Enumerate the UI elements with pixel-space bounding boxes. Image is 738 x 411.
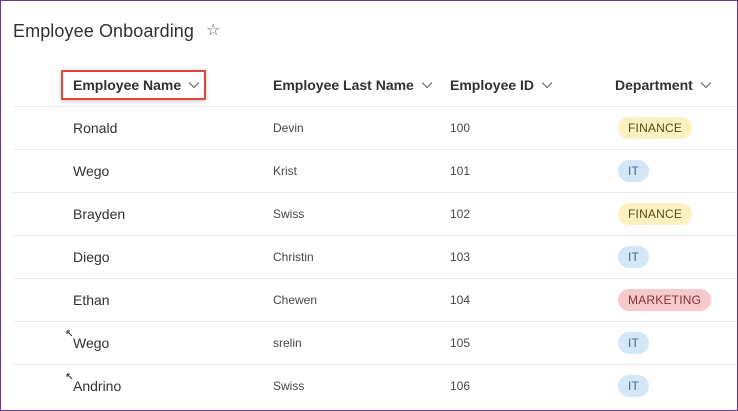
employee-id: 102	[450, 207, 471, 221]
employee-id: 101	[450, 164, 471, 178]
column-header-label: Employee Last Name	[273, 76, 414, 93]
column-header-label: Department	[615, 76, 693, 93]
employee-last-name-cell: Christin	[273, 236, 314, 278]
employee-last-name: Devin	[273, 121, 304, 135]
column-header-employee-last-name[interactable]: Employee Last Name	[273, 63, 433, 106]
department-badge: MARKETING	[618, 289, 712, 311]
employee-name: Ethan	[73, 292, 110, 308]
employee-id: 106	[450, 379, 471, 393]
department-cell: IT	[618, 365, 650, 407]
employee-id-cell: 104	[450, 279, 470, 321]
department-cell: IT	[618, 322, 650, 364]
column-header-label: Employee Name	[73, 76, 182, 93]
department-cell: FINANCE	[618, 107, 693, 149]
employee-id: 104	[450, 293, 471, 307]
department-cell: MARKETING	[618, 279, 712, 321]
employee-name: Ronald	[73, 120, 118, 136]
department-badge: FINANCE	[618, 203, 693, 225]
department-cell: IT	[618, 236, 650, 278]
employee-last-name-cell: Swiss	[273, 193, 304, 235]
table-row[interactable]: Ronald Devin 100 FINANCE	[13, 107, 737, 150]
table-row[interactable]: Diego Christin 103 IT	[13, 236, 737, 279]
department-badge: IT	[618, 246, 650, 268]
department-cell: IT	[618, 150, 650, 192]
employee-id: 103	[450, 250, 471, 264]
employee-id: 100	[450, 121, 471, 135]
employee-last-name: Krist	[273, 164, 297, 178]
employee-last-name-cell: Devin	[273, 107, 304, 149]
employee-name: Wego	[73, 335, 110, 351]
employee-name-cell: Diego	[73, 236, 110, 278]
employee-last-name-cell: Chewen	[273, 279, 317, 321]
table-row[interactable]: Wego srelin 105 IT	[13, 322, 737, 365]
page-title: Employee Onboarding	[13, 20, 195, 41]
employee-last-name-cell: Krist	[273, 150, 297, 192]
employee-id-cell: 105	[450, 322, 470, 364]
employee-last-name: Chewen	[273, 293, 318, 307]
employee-name-cell: Wego	[73, 150, 109, 192]
chevron-down-icon	[421, 81, 433, 88]
title-row: Employee Onboarding ☆	[13, 18, 220, 44]
app-frame: Employee Onboarding ☆ Employee Name Empl…	[0, 0, 738, 411]
table-row[interactable]: Brayden Swiss 102 FINANCE	[13, 193, 737, 236]
employee-id: 105	[450, 336, 471, 350]
employee-name-cell: Wego	[73, 322, 109, 364]
chevron-down-icon	[700, 81, 712, 88]
employee-last-name: Swiss	[273, 207, 305, 221]
employee-name-cell: Brayden	[73, 193, 125, 235]
department-badge: IT	[618, 160, 650, 182]
employee-name: Andrino	[73, 378, 122, 394]
employee-name: Wego	[73, 163, 110, 179]
employee-last-name: Christin	[273, 250, 314, 264]
employee-name-cell: Andrino	[73, 365, 121, 407]
chevron-down-icon	[541, 81, 553, 88]
column-header-label: Employee ID	[450, 76, 535, 93]
employee-id-cell: 103	[450, 236, 470, 278]
table-row[interactable]: Andrino Swiss 106 IT	[13, 365, 737, 407]
employee-id-cell: 100	[450, 107, 470, 149]
employee-name-cell: Ronald	[73, 107, 117, 149]
employee-id-cell: 101	[450, 150, 470, 192]
employee-name: Diego	[73, 249, 110, 265]
column-header-row: Employee Name Employee Last Name Employe…	[13, 63, 737, 107]
employee-last-name: srelin	[273, 336, 302, 350]
employee-name: Brayden	[73, 206, 126, 222]
list-view: Employee Name Employee Last Name Employe…	[13, 63, 737, 407]
list-body: Ronald Devin 100 FINANCE Wego Krist 101 IT Brayd…	[13, 107, 737, 407]
employee-last-name: Swiss	[273, 379, 305, 393]
department-badge: IT	[618, 332, 650, 354]
employee-id-cell: 102	[450, 193, 470, 235]
column-header-employee-name[interactable]: Employee Name	[73, 63, 200, 106]
department-badge: IT	[618, 375, 650, 397]
column-header-employee-id[interactable]: Employee ID	[450, 63, 553, 106]
table-row[interactable]: Ethan Chewen 104 MARKETING	[13, 279, 737, 322]
employee-last-name-cell: srelin	[273, 322, 302, 364]
employee-name-cell: Ethan	[73, 279, 110, 321]
table-row[interactable]: Wego Krist 101 IT	[13, 150, 737, 193]
employee-id-cell: 106	[450, 365, 470, 407]
department-badge: FINANCE	[618, 117, 693, 139]
chevron-down-icon	[188, 81, 200, 88]
department-cell: FINANCE	[618, 193, 693, 235]
employee-last-name-cell: Swiss	[273, 365, 304, 407]
star-outline-icon[interactable]: ☆	[206, 23, 220, 39]
column-header-department[interactable]: Department	[615, 63, 712, 106]
